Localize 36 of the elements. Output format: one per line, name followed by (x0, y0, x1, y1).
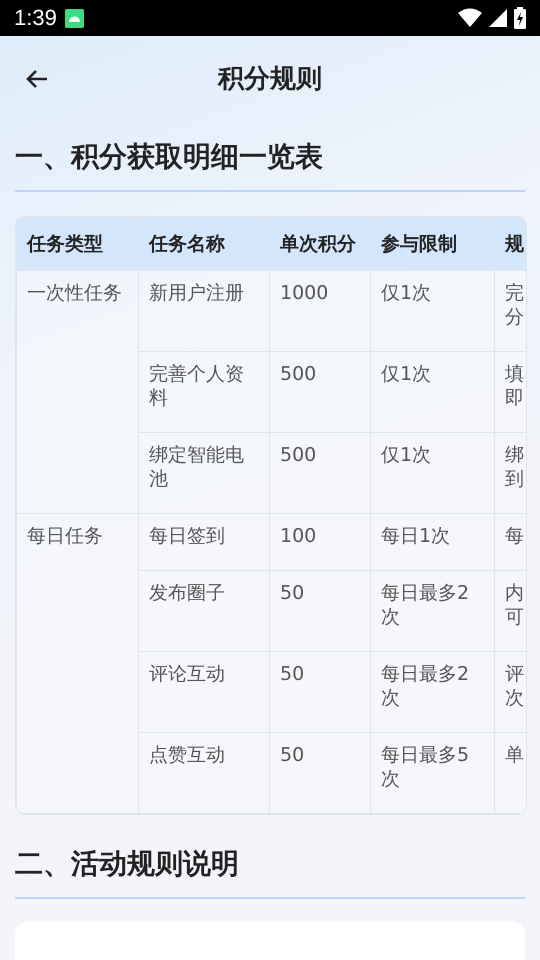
signal-icon (488, 8, 508, 28)
table-cell: 仅1次 (370, 352, 494, 432)
table-cell: 点赞互动 (138, 732, 270, 814)
table-cell: 评论互动 (138, 652, 270, 732)
table-cell: 每日最多5次 (370, 732, 494, 814)
page-title: 积分规则 (218, 62, 322, 96)
table-cell: 500 (270, 432, 370, 514)
table-cell: 一次性任务 (16, 270, 138, 514)
table-cell: 100 (270, 514, 370, 570)
column-header: 任务名称 (138, 218, 270, 270)
column-header: 规 (494, 218, 526, 270)
column-header: 任务类型 (16, 218, 138, 270)
table-cell: 仅1次 (370, 270, 494, 352)
table-cell: 每日签到 (138, 514, 270, 570)
section-heading: 一、积分获取明细一览表 (15, 120, 525, 192)
section-heading: 二、活动规则说明 (15, 815, 525, 899)
status-time: 1:39 (14, 5, 57, 31)
table-cell: 每日任务 (16, 514, 138, 814)
android-icon (64, 8, 84, 28)
column-header: 单次积分 (270, 218, 370, 270)
table-cell: 完善个人资料 (138, 352, 270, 432)
table-cell: 每日1次 (370, 514, 494, 570)
column-header: 参与限制 (370, 218, 494, 270)
battery-icon (514, 7, 526, 29)
table-cell: 每日最多2次 (370, 570, 494, 652)
table-cell: 每日最多2次 (370, 652, 494, 732)
table-cell: 1000 (270, 270, 370, 352)
table-cell: 50 (270, 652, 370, 732)
table-cell: 50 (270, 732, 370, 814)
table-cell: 绑定智能电池 (138, 432, 270, 514)
table-cell: 50 (270, 570, 370, 652)
wifi-icon (458, 8, 482, 28)
table-cell: 新用户注册 (138, 270, 270, 352)
table-cell: 500 (270, 352, 370, 432)
table-cell: 发布圈子 (138, 570, 270, 652)
table-cell: 仅1次 (370, 432, 494, 514)
